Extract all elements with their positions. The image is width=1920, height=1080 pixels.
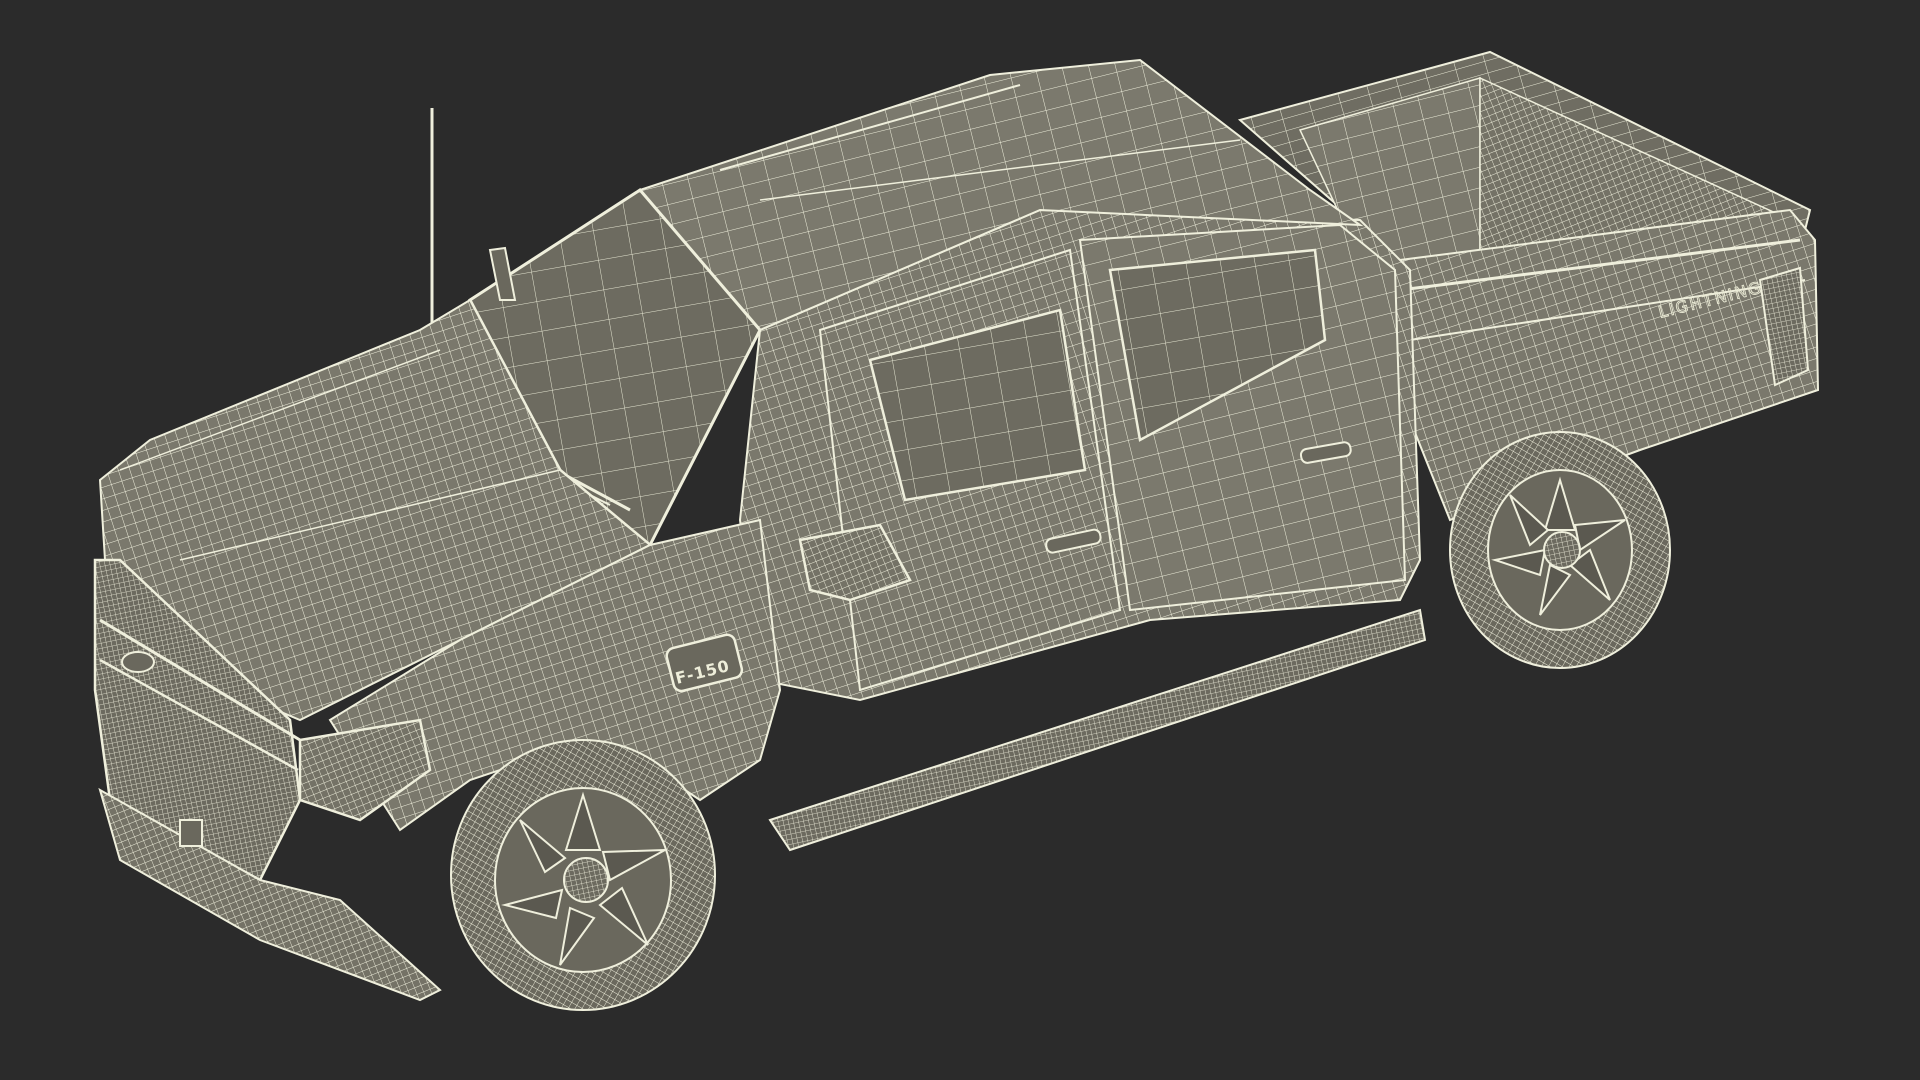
front-wheel bbox=[450, 739, 716, 1011]
truck-wireframe-render: LIGHTNING F-150 bbox=[93, 50, 1820, 1011]
rear-wheel bbox=[1449, 431, 1671, 669]
truck-cab-side bbox=[738, 208, 1427, 852]
brand-emblem-icon bbox=[121, 651, 155, 673]
render-viewport[interactable]: LIGHTNING F-150 bbox=[0, 0, 1920, 1080]
